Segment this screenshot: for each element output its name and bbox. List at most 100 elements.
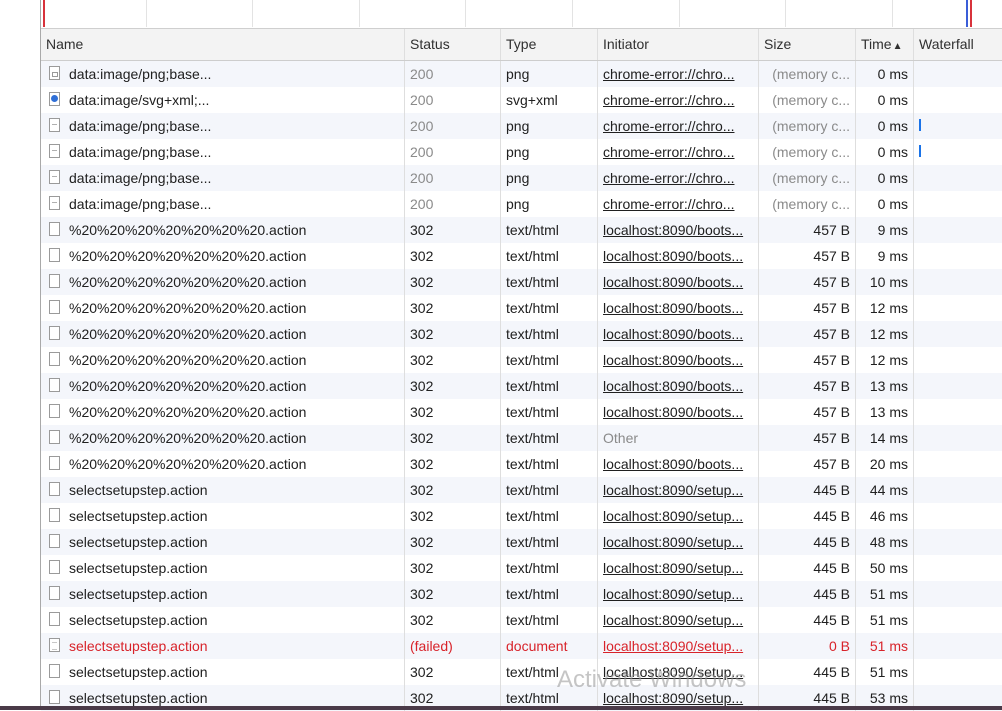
cell-initiator[interactable]: chrome-error://chro... <box>598 87 759 113</box>
cell-name[interactable]: %20%20%20%20%20%20%20.action <box>41 217 405 243</box>
cell-name[interactable]: %20%20%20%20%20%20%20.action <box>41 243 405 269</box>
cell-name[interactable]: selectsetupstep.action <box>41 633 405 659</box>
initiator-link[interactable]: chrome-error://chro... <box>603 92 734 108</box>
cell-initiator[interactable]: localhost:8090/boots... <box>598 399 759 425</box>
initiator-link[interactable]: localhost:8090/setup... <box>603 508 743 524</box>
initiator-link[interactable]: localhost:8090/setup... <box>603 482 743 498</box>
cell-initiator[interactable]: localhost:8090/boots... <box>598 217 759 243</box>
table-row[interactable]: %20%20%20%20%20%20%20.action 302 text/html… <box>41 373 1002 399</box>
cell-initiator[interactable]: localhost:8090/boots... <box>598 451 759 477</box>
table-row[interactable]: data:image/png;base... 200 png chrome-error… <box>41 191 1002 217</box>
cell-initiator[interactable]: localhost:8090/setup... <box>598 659 759 685</box>
table-row[interactable]: data:image/svg+xml;... 200 svg+xml chrome-e… <box>41 87 1002 113</box>
cell-initiator[interactable]: localhost:8090/setup... <box>598 555 759 581</box>
table-row[interactable]: selectsetupstep.action 302 text/html localh… <box>41 503 1002 529</box>
cell-name[interactable]: %20%20%20%20%20%20%20.action <box>41 347 405 373</box>
cell-initiator[interactable]: localhost:8090/boots... <box>598 373 759 399</box>
column-header-time[interactable]: Time▲ <box>856 29 914 60</box>
initiator-link[interactable]: chrome-error://chro... <box>603 144 734 160</box>
cell-initiator[interactable]: chrome-error://chro... <box>598 139 759 165</box>
initiator-link[interactable]: localhost:8090/setup... <box>603 586 743 602</box>
column-header-waterfall[interactable]: Waterfall <box>914 29 1002 60</box>
column-header-initiator[interactable]: Initiator <box>598 29 759 60</box>
cell-initiator[interactable]: localhost:8090/boots... <box>598 347 759 373</box>
table-row[interactable]: selectsetupstep.action 302 text/html localh… <box>41 477 1002 503</box>
table-row[interactable]: %20%20%20%20%20%20%20.action 302 text/html… <box>41 425 1002 451</box>
cell-name[interactable]: %20%20%20%20%20%20%20.action <box>41 269 405 295</box>
cell-initiator[interactable]: chrome-error://chro... <box>598 113 759 139</box>
initiator-link[interactable]: localhost:8090/setup... <box>603 612 743 628</box>
initiator-link[interactable]: localhost:8090/setup... <box>603 638 743 654</box>
table-row[interactable]: %20%20%20%20%20%20%20.action 302 text/html… <box>41 217 1002 243</box>
table-row[interactable]: data:image/png;base... 200 png chrome-error… <box>41 165 1002 191</box>
cell-name[interactable]: data:image/png;base... <box>41 165 405 191</box>
cell-name[interactable]: data:image/png;base... <box>41 61 405 87</box>
cell-initiator[interactable]: chrome-error://chro... <box>598 165 759 191</box>
table-row[interactable]: selectsetupstep.action 302 text/html localh… <box>41 555 1002 581</box>
initiator-link[interactable]: localhost:8090/boots... <box>603 222 743 238</box>
table-row[interactable]: selectsetupstep.action 302 text/html localh… <box>41 607 1002 633</box>
table-row[interactable]: %20%20%20%20%20%20%20.action 302 text/html… <box>41 321 1002 347</box>
cell-name[interactable]: data:image/png;base... <box>41 139 405 165</box>
initiator-link[interactable]: localhost:8090/setup... <box>603 664 743 680</box>
cell-name[interactable]: data:image/png;base... <box>41 191 405 217</box>
initiator-link[interactable]: chrome-error://chro... <box>603 196 734 212</box>
cell-initiator[interactable]: localhost:8090/setup... <box>598 581 759 607</box>
initiator-link[interactable]: localhost:8090/boots... <box>603 274 743 290</box>
cell-name[interactable]: %20%20%20%20%20%20%20.action <box>41 373 405 399</box>
cell-name[interactable]: selectsetupstep.action <box>41 503 405 529</box>
table-row[interactable]: %20%20%20%20%20%20%20.action 302 text/html… <box>41 243 1002 269</box>
cell-initiator[interactable]: localhost:8090/boots... <box>598 321 759 347</box>
initiator-link[interactable]: localhost:8090/boots... <box>603 352 743 368</box>
column-header-name[interactable]: Name <box>41 29 405 60</box>
initiator-link[interactable]: localhost:8090/setup... <box>603 560 743 576</box>
cell-initiator[interactable]: localhost:8090/boots... <box>598 243 759 269</box>
initiator-link[interactable]: localhost:8090/boots... <box>603 326 743 342</box>
cell-name[interactable]: selectsetupstep.action <box>41 529 405 555</box>
cell-name[interactable]: selectsetupstep.action <box>41 477 405 503</box>
table-row[interactable]: selectsetupstep.action (failed) document lo… <box>41 633 1002 659</box>
cell-initiator[interactable]: chrome-error://chro... <box>598 61 759 87</box>
cell-initiator[interactable]: localhost:8090/setup... <box>598 633 759 659</box>
initiator-link[interactable]: chrome-error://chro... <box>603 118 734 134</box>
cell-initiator[interactable]: localhost:8090/setup... <box>598 503 759 529</box>
cell-name[interactable]: %20%20%20%20%20%20%20.action <box>41 425 405 451</box>
network-overview-timeline[interactable] <box>41 0 1002 29</box>
initiator-link[interactable]: localhost:8090/setup... <box>603 690 743 706</box>
column-header-size[interactable]: Size <box>759 29 856 60</box>
cell-initiator[interactable]: localhost:8090/boots... <box>598 269 759 295</box>
cell-name[interactable]: %20%20%20%20%20%20%20.action <box>41 399 405 425</box>
cell-name[interactable]: %20%20%20%20%20%20%20.action <box>41 321 405 347</box>
table-row[interactable]: %20%20%20%20%20%20%20.action 302 text/html… <box>41 295 1002 321</box>
table-row[interactable]: data:image/png;base... 200 png chrome-error… <box>41 113 1002 139</box>
initiator-link[interactable]: localhost:8090/setup... <box>603 534 743 550</box>
cell-initiator[interactable]: localhost:8090/boots... <box>598 295 759 321</box>
initiator-link[interactable]: localhost:8090/boots... <box>603 248 743 264</box>
cell-initiator[interactable]: localhost:8090/setup... <box>598 477 759 503</box>
initiator-link[interactable]: localhost:8090/boots... <box>603 456 743 472</box>
cell-initiator[interactable]: chrome-error://chro... <box>598 191 759 217</box>
column-header-type[interactable]: Type <box>501 29 598 60</box>
cell-name[interactable]: selectsetupstep.action <box>41 581 405 607</box>
table-row[interactable]: %20%20%20%20%20%20%20.action 302 text/html… <box>41 347 1002 373</box>
initiator-link[interactable]: chrome-error://chro... <box>603 170 734 186</box>
cell-name[interactable]: %20%20%20%20%20%20%20.action <box>41 451 405 477</box>
table-row[interactable]: selectsetupstep.action 302 text/html localh… <box>41 529 1002 555</box>
cell-initiator[interactable]: localhost:8090/setup... <box>598 607 759 633</box>
table-row[interactable]: data:image/png;base... 200 png chrome-error… <box>41 61 1002 87</box>
table-row[interactable]: selectsetupstep.action 302 text/html localh… <box>41 659 1002 685</box>
table-row[interactable]: %20%20%20%20%20%20%20.action 302 text/html… <box>41 451 1002 477</box>
table-row[interactable]: data:image/png;base... 200 png chrome-error… <box>41 139 1002 165</box>
initiator-link[interactable]: localhost:8090/boots... <box>603 300 743 316</box>
cell-name[interactable]: data:image/png;base... <box>41 113 405 139</box>
column-header-status[interactable]: Status <box>405 29 501 60</box>
cell-name[interactable]: selectsetupstep.action <box>41 555 405 581</box>
cell-name[interactable]: data:image/svg+xml;... <box>41 87 405 113</box>
initiator-link[interactable]: localhost:8090/boots... <box>603 378 743 394</box>
table-row[interactable]: %20%20%20%20%20%20%20.action 302 text/html… <box>41 269 1002 295</box>
initiator-link[interactable]: chrome-error://chro... <box>603 66 734 82</box>
cell-name[interactable]: %20%20%20%20%20%20%20.action <box>41 295 405 321</box>
cell-name[interactable]: selectsetupstep.action <box>41 607 405 633</box>
table-row[interactable]: %20%20%20%20%20%20%20.action 302 text/html… <box>41 399 1002 425</box>
table-row[interactable]: selectsetupstep.action 302 text/html localh… <box>41 581 1002 607</box>
